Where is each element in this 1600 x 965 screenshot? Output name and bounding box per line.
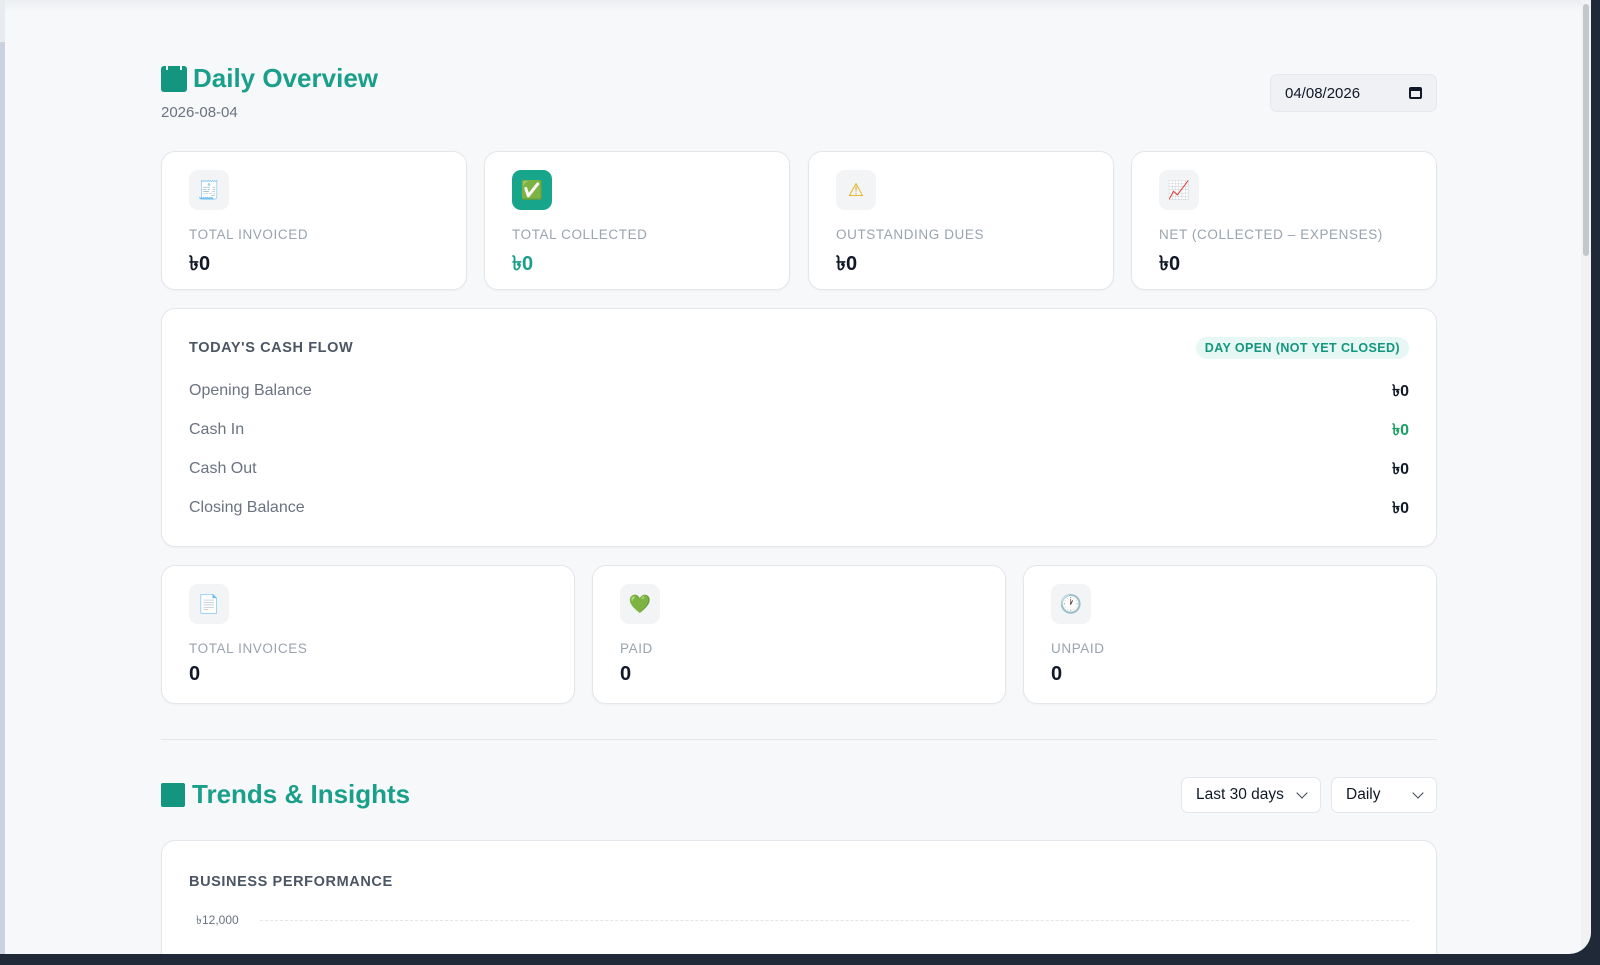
stat-value: 0 (189, 663, 201, 685)
range-select[interactable]: Last 30 days (1181, 777, 1321, 813)
page-title: Daily Overview (161, 63, 1437, 94)
status-badge: DAY OPEN (NOT YET CLOSED) (1195, 337, 1409, 359)
stat-card-net: 📈 NET (COLLECTED – EXPENSES) ৳0 (1131, 151, 1437, 290)
stat-value: 0 (620, 663, 632, 685)
stat-card-outstanding-dues: ⚠ OUTSTANDING DUES ৳0 (808, 151, 1114, 290)
business-performance-card: BUSINESS PERFORMANCE ৳12,000 (161, 840, 1437, 954)
gridline (260, 920, 1409, 921)
cash-flow-row-value: ৳0 (1392, 499, 1409, 517)
check-icon: ✅ (512, 170, 552, 210)
stat-value: 0 (1051, 663, 1063, 685)
interval-select[interactable]: Daily (1331, 777, 1437, 813)
cash-flow-card: TODAY'S CASH FLOW DAY OPEN (NOT YET CLOS… (161, 308, 1437, 547)
stat-value: ৳0 (1159, 253, 1181, 275)
range-select-value: Last 30 days (1196, 786, 1284, 803)
date-picker-value: 04/08/2026 (1285, 84, 1361, 102)
stat-value: ৳0 (512, 253, 534, 275)
stat-label: TOTAL INVOICED (189, 227, 309, 242)
stat-label: NET (COLLECTED – EXPENSES) (1159, 227, 1383, 242)
window-top-bar (0, 0, 1591, 12)
scrollbar-thumb[interactable] (1583, 4, 1589, 256)
cash-flow-row-value: ৳0 (1392, 460, 1409, 478)
left-edge-top (0, 0, 5, 42)
app-window: Daily Overview 2026-08-04 04/08/2026 🧾 T… (0, 0, 1591, 954)
left-edge (0, 42, 5, 954)
cash-flow-row-label: Cash In (189, 421, 245, 438)
clock-icon: 🕐 (1051, 584, 1091, 624)
scrollbar[interactable] (1581, 0, 1591, 954)
cash-flow-row-label: Opening Balance (189, 382, 312, 399)
cash-flow-row-value: ৳0 (1392, 421, 1409, 439)
cash-flow-row: Cash In ৳0 (189, 420, 1409, 440)
stat-value: ৳0 (836, 253, 858, 275)
trends-title: Trends & Insights (161, 779, 410, 810)
cash-flow-row-label: Cash Out (189, 460, 257, 477)
document-icon: 📄 (189, 584, 229, 624)
stat-label: PAID (620, 641, 653, 656)
cash-flow-row: Opening Balance ৳0 (189, 381, 1409, 401)
stat-card-total-collected: ✅ TOTAL COLLECTED ৳0 (484, 151, 790, 290)
receipt-icon: 🧾 (189, 170, 229, 210)
selected-date-label: 2026-08-04 (161, 104, 238, 121)
cash-flow-row-value: ৳0 (1392, 382, 1409, 400)
stat-card-unpaid: 🕐 UNPAID 0 (1023, 565, 1437, 704)
trends-title-text: Trends & Insights (192, 779, 411, 809)
daily-overview-header: Daily Overview 2026-08-04 04/08/2026 (161, 63, 1437, 123)
business-performance-title: BUSINESS PERFORMANCE (189, 874, 393, 890)
page-title-text: Daily Overview (193, 63, 378, 93)
interval-select-value: Daily (1346, 786, 1381, 803)
cash-flow-row-label: Closing Balance (189, 499, 305, 516)
cash-flow-title: TODAY'S CASH FLOW (189, 340, 354, 356)
stat-card-paid: 💚 PAID 0 (592, 565, 1006, 704)
y-axis-tick-label: ৳12,000 (196, 913, 239, 927)
stat-card-total-invoiced: 🧾 TOTAL INVOICED ৳0 (161, 151, 467, 290)
stat-label: UNPAID (1051, 641, 1105, 656)
stat-value: ৳0 (189, 253, 211, 275)
date-picker-input[interactable]: 04/08/2026 (1270, 74, 1437, 112)
cash-flow-row: Cash Out ৳0 (189, 459, 1409, 479)
stat-card-total-invoices: 📄 TOTAL INVOICES 0 (161, 565, 575, 704)
cash-flow-row: Closing Balance ৳0 (189, 498, 1409, 518)
chart-up-icon: 📈 (1159, 170, 1199, 210)
green-heart-icon: 💚 (620, 584, 660, 624)
chevron-down-icon (1412, 787, 1424, 799)
calendar-picker-icon[interactable] (1409, 87, 1422, 99)
stat-label: OUTSTANDING DUES (836, 227, 985, 242)
warning-icon: ⚠ (836, 170, 876, 210)
calendar-icon (161, 65, 187, 92)
section-divider (161, 739, 1437, 740)
chevron-down-icon (1296, 787, 1308, 799)
stat-label: TOTAL INVOICES (189, 641, 308, 656)
trends-icon (161, 782, 185, 807)
stat-label: TOTAL COLLECTED (512, 227, 648, 242)
